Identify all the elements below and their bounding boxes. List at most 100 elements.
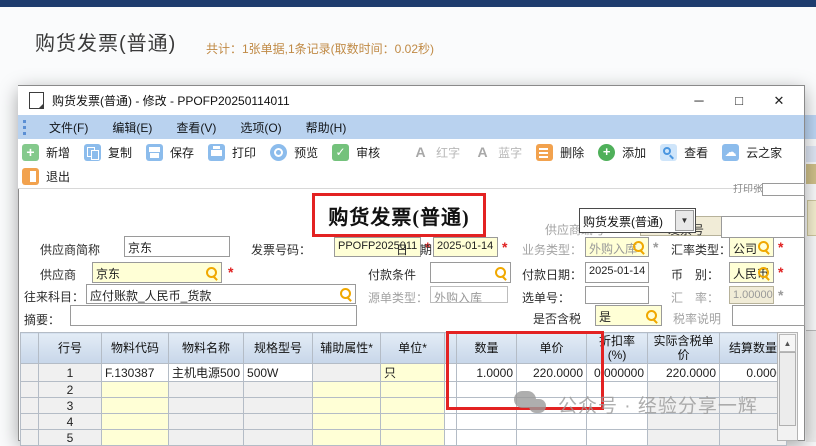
source-type-field[interactable]: 外购入库	[430, 286, 508, 303]
cell-discount[interactable]	[586, 429, 649, 446]
cloud-home-button[interactable]: 云之家	[722, 143, 782, 161]
cell-qty[interactable]	[456, 429, 518, 446]
audit-button[interactable]: 审核	[332, 143, 380, 161]
save-button[interactable]: 保存	[146, 143, 194, 161]
cell-aux[interactable]	[312, 397, 382, 414]
cell-spec[interactable]	[243, 413, 314, 430]
supplier-abbr-label: 供应商简称	[40, 243, 101, 257]
cell-discount[interactable]: 0.000000	[586, 363, 649, 382]
exit-button[interactable]: 退出	[22, 168, 70, 185]
cell-actual-price[interactable]	[647, 429, 721, 446]
cell-unit[interactable]	[380, 413, 446, 430]
tax-note-field[interactable]	[732, 305, 805, 326]
lookup-icon[interactable]	[757, 266, 771, 280]
scrollbar-thumb[interactable]	[779, 352, 796, 426]
cell-material-name[interactable]	[167, 397, 245, 414]
view-button[interactable]: 查看	[660, 143, 708, 161]
cell-spec[interactable]	[243, 381, 314, 398]
cell-unit[interactable]	[380, 381, 446, 398]
currency-field[interactable]: 人民币	[729, 262, 774, 283]
new-button[interactable]: 新增	[22, 143, 70, 161]
preview-button[interactable]: 预览	[270, 143, 318, 161]
lookup-icon[interactable]	[205, 266, 219, 280]
menu-edit[interactable]: 编辑(E)	[100, 119, 164, 136]
add-button[interactable]: 添加	[598, 143, 646, 161]
cell-row-no: 3	[38, 397, 102, 414]
table-row: 1 F.130387 主机电源500 500W 只 1.0000 220.000…	[20, 363, 788, 382]
bill-type-dropdown[interactable]: 购货发票(普通) ▼	[579, 208, 696, 233]
print-button[interactable]: 打印	[208, 143, 256, 161]
cell-material-code[interactable]	[101, 381, 169, 398]
cell-unit[interactable]	[380, 397, 446, 414]
cell-qty[interactable]	[456, 381, 518, 398]
delete-button[interactable]: 删除	[536, 143, 584, 161]
cell-material-code[interactable]	[101, 429, 169, 446]
ex-rate-label: 汇 率：	[671, 291, 720, 305]
watermark-text: 公众号 · 经验分享一辉	[558, 396, 758, 417]
cell-spec[interactable]	[243, 429, 314, 446]
cell-aux[interactable]	[312, 429, 382, 446]
account-field[interactable]: 应付账款_人民币_货款	[86, 284, 356, 304]
cell-unit[interactable]	[380, 429, 446, 446]
lookup-icon[interactable]	[757, 240, 771, 254]
scroll-up-icon[interactable]: ▲	[779, 334, 796, 352]
cell-aux[interactable]	[312, 363, 382, 382]
cell-unit[interactable]: 只	[380, 363, 446, 382]
lookup-icon[interactable]	[494, 266, 508, 280]
lookup-icon[interactable]	[645, 309, 659, 323]
print-count-field[interactable]	[762, 183, 805, 196]
cell-material-name[interactable]: 主机电源500	[167, 363, 245, 382]
date-field[interactable]: 2025-01-14	[433, 237, 498, 257]
biz-type-field[interactable]: 外购入库	[585, 237, 649, 257]
menu-options[interactable]: 选项(O)	[228, 119, 293, 136]
source-type-label: 源单类型：	[368, 291, 429, 305]
cell-material-code[interactable]	[101, 413, 169, 430]
rate-type-field[interactable]: 公司	[729, 237, 774, 257]
copy-button[interactable]: 复制	[84, 143, 132, 161]
magnifier-icon	[660, 143, 678, 161]
summary-field[interactable]	[70, 305, 357, 326]
menu-view[interactable]: 查看(V)	[164, 119, 228, 136]
document-icon	[29, 92, 44, 109]
pay-terms-field[interactable]	[430, 262, 511, 283]
background-strip	[806, 146, 816, 162]
cell-material-code[interactable]	[101, 397, 169, 414]
cell-material-name[interactable]	[167, 429, 245, 446]
supplier-abbr-field[interactable]: 京东	[124, 236, 230, 257]
col-material-code: 物料代码	[101, 332, 169, 364]
cell-material-code[interactable]: F.130387	[101, 363, 169, 382]
menu-help[interactable]: 帮助(H)	[294, 119, 359, 136]
pay-date-field[interactable]: 2025-01-14	[585, 262, 649, 283]
cell-qty[interactable]: 1.0000	[456, 363, 518, 382]
cell-aux[interactable]	[312, 381, 382, 398]
supplier-field[interactable]: 京东	[92, 262, 222, 283]
cell-qty[interactable]	[456, 397, 518, 414]
cell-row-no: 1	[38, 363, 102, 382]
cell-spec[interactable]: 500W	[243, 363, 314, 382]
close-button[interactable]: ✕	[768, 93, 790, 109]
lookup-icon[interactable]	[339, 287, 353, 301]
background-strip	[806, 330, 816, 442]
cell-price[interactable]: 220.0000	[516, 363, 588, 382]
select-no-field[interactable]	[585, 286, 649, 304]
cell-actual-price[interactable]: 220.0000	[647, 363, 721, 382]
maximize-button[interactable]: □	[728, 93, 750, 109]
cell-aux[interactable]	[312, 413, 382, 430]
optional-asterisk: *	[653, 239, 659, 255]
minimize-button[interactable]: ─	[688, 93, 710, 109]
table-scrollbar[interactable]: ▲	[777, 332, 798, 441]
lookup-icon[interactable]	[632, 240, 646, 254]
cell-material-name[interactable]	[167, 413, 245, 430]
chevron-down-icon[interactable]: ▼	[675, 210, 694, 231]
cell-material-name[interactable]	[167, 381, 245, 398]
invoice-no-field[interactable]	[721, 216, 805, 238]
cell-price[interactable]	[516, 429, 588, 446]
cell-spec[interactable]	[243, 397, 314, 414]
cell-qty[interactable]	[456, 413, 518, 430]
red-word-button[interactable]: 红字	[412, 144, 460, 161]
new-icon	[22, 143, 39, 161]
menu-file[interactable]: 文件(F)	[37, 119, 100, 136]
ex-rate-field[interactable]: 1.000000	[729, 286, 774, 304]
blue-word-button[interactable]: 蓝字	[474, 144, 522, 161]
tax-included-field[interactable]: 是	[595, 305, 662, 326]
